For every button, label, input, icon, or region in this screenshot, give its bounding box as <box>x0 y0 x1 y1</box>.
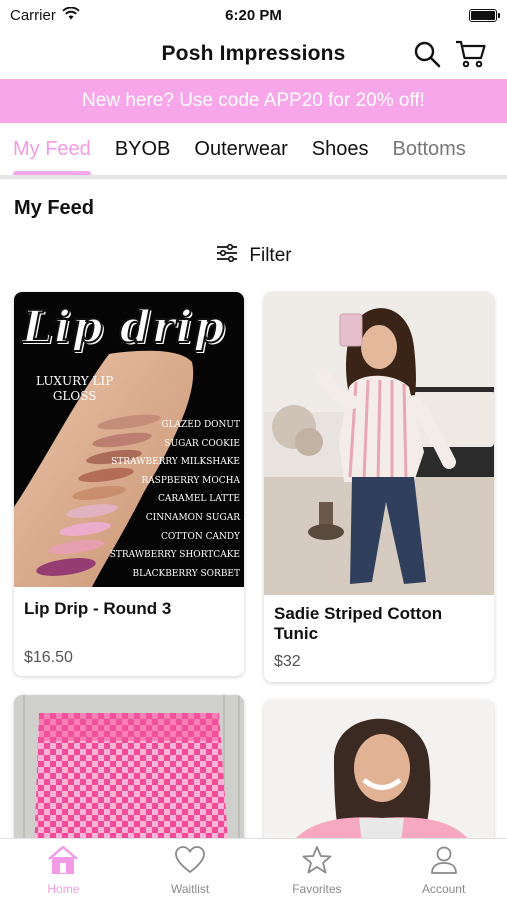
cart-icon[interactable] <box>455 38 487 70</box>
page-title: My Feed <box>14 197 95 219</box>
nav-favorites-label: Favorites <box>292 882 342 896</box>
nav-home[interactable]: Home <box>0 839 127 900</box>
filter-icon <box>215 243 239 269</box>
app-title: Posh Impressions <box>161 42 346 65</box>
product-image <box>264 292 494 595</box>
category-tabs: My Feed BYOB Outerwear Shoes Bottoms <box>0 123 507 179</box>
lipdrip-title: Lip drip <box>21 301 226 354</box>
lipdrip-subtitle-line2: GLOSS <box>52 389 97 403</box>
status-bar: Carrier 6:20 PM <box>0 0 507 30</box>
nav-account[interactable]: Account <box>380 839 507 900</box>
nav-account-label: Account <box>421 882 466 896</box>
tab-shoes[interactable]: Shoes <box>312 123 369 175</box>
tab-my-feed[interactable]: My Feed <box>13 123 91 175</box>
product-card[interactable] <box>264 700 494 860</box>
carrier-label: Carrier <box>10 6 56 24</box>
product-card[interactable]: Sadie Striped Cotton Tunic $32 <box>264 292 494 682</box>
battery-icon <box>469 8 500 22</box>
shade-label: STRAWBERRY MILKSHAKE <box>111 457 240 468</box>
product-image: Lip drip LUXURY LIP GLOSS GLAZED DONUT S… <box>14 292 244 587</box>
shade-label: CARAMEL LATTE <box>157 494 240 505</box>
product-price: $32 <box>274 653 301 670</box>
nav-home-label: Home <box>47 882 80 896</box>
shade-label: CINNAMON SUGAR <box>145 512 240 523</box>
shade-label: SUGAR COOKIE <box>164 438 240 449</box>
bottom-tab-bar: Home Waitlist Favorites Account <box>0 838 507 900</box>
tab-outerwear[interactable]: Outerwear <box>194 123 287 175</box>
product-name: Sadie Striped Cotton Tunic <box>274 604 443 643</box>
app-header: Posh Impressions <box>0 30 507 78</box>
promo-banner[interactable]: New here? Use code APP20 for 20% off! <box>0 79 507 123</box>
shade-label: GLAZED DONUT <box>161 420 240 430</box>
account-icon <box>428 845 460 878</box>
product-card[interactable] <box>14 695 244 855</box>
nav-waitlist-label: Waitlist <box>171 882 210 896</box>
shade-label: STRAWBERRY SHORTCAKE <box>109 550 240 561</box>
nav-favorites[interactable]: Favorites <box>254 839 381 900</box>
filter-button[interactable]: Filter <box>0 243 507 269</box>
wifi-icon <box>62 6 80 24</box>
search-icon[interactable] <box>411 38 443 70</box>
status-left: Carrier <box>10 6 80 24</box>
header-actions <box>411 38 487 70</box>
shade-label: BLACKBERRY SORBET <box>132 568 240 579</box>
home-icon <box>46 845 80 878</box>
product-card[interactable]: Lip drip LUXURY LIP GLOSS GLAZED DONUT S… <box>14 292 244 676</box>
product-price: $16.50 <box>24 649 73 666</box>
product-image <box>264 700 494 860</box>
product-image <box>14 695 244 855</box>
shade-label: COTTON CANDY <box>161 531 240 542</box>
promo-text: New here? Use code APP20 for 20% off! <box>82 90 425 111</box>
filter-label: Filter <box>249 245 292 266</box>
lipdrip-subtitle-line1: LUXURY LIP <box>36 374 114 388</box>
heart-icon <box>174 845 206 878</box>
shade-label: RASPBERRY MOCHA <box>141 475 240 486</box>
star-icon <box>301 845 333 878</box>
nav-waitlist[interactable]: Waitlist <box>127 839 254 900</box>
product-name: Lip Drip - Round 3 <box>24 599 172 618</box>
lipdrip-subtitle: LUXURY LIP GLOSS <box>36 374 113 404</box>
tab-bottoms[interactable]: Bottoms <box>392 123 465 175</box>
tab-byob[interactable]: BYOB <box>115 123 171 175</box>
shade-list: GLAZED DONUT SUGAR COOKIE STRAWBERRY MIL… <box>110 416 240 583</box>
